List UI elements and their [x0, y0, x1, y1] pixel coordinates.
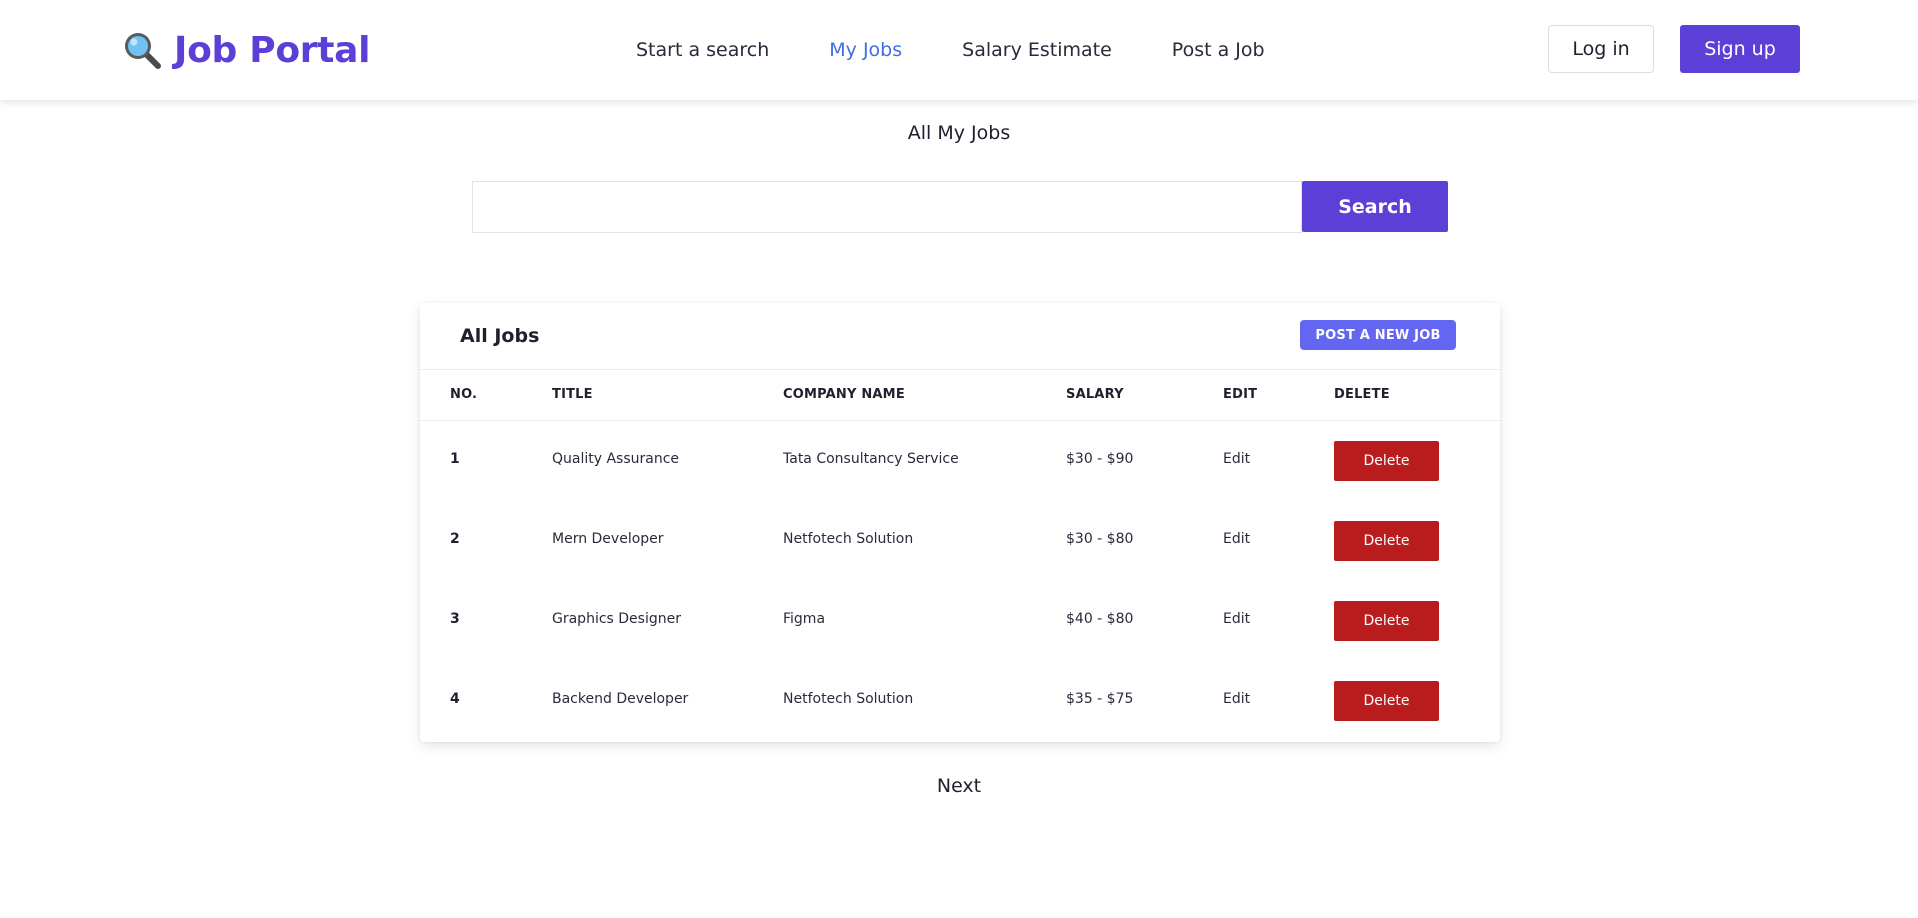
salary-range: $35 - $75: [1066, 691, 1134, 707]
salary-range: $40 - $80: [1066, 611, 1134, 627]
signup-button[interactable]: Sign up: [1680, 25, 1800, 73]
edit-link[interactable]: Edit: [1223, 531, 1250, 547]
nav-start-a-search[interactable]: Start a search: [636, 39, 769, 61]
next-page-link[interactable]: Next: [937, 775, 981, 797]
nav-salary-estimate[interactable]: Salary Estimate: [962, 39, 1112, 61]
salary-range: $30 - $90: [1066, 451, 1134, 467]
job-number: 3: [450, 611, 460, 627]
delete-button[interactable]: Delete: [1334, 601, 1439, 641]
column-header-no: NO.: [450, 387, 478, 402]
table-row: 4 Backend Developer Netfotech Solution $…: [420, 661, 1500, 741]
edit-link[interactable]: Edit: [1223, 611, 1250, 627]
column-header-delete: DELETE: [1334, 387, 1390, 402]
main-nav: Start a search My Jobs Salary Estimate P…: [636, 36, 1325, 64]
job-title: Graphics Designer: [552, 611, 681, 627]
job-title: Mern Developer: [552, 531, 664, 547]
brand-logo[interactable]: Job Portal: [122, 24, 370, 76]
job-number: 2: [450, 531, 460, 547]
login-button[interactable]: Log in: [1548, 25, 1654, 73]
job-title: Backend Developer: [552, 691, 689, 707]
job-title: Quality Assurance: [552, 451, 680, 467]
search-button[interactable]: Search: [1302, 181, 1448, 232]
magnifier-icon: [125, 33, 161, 69]
card-title: All Jobs: [460, 325, 540, 347]
search-input[interactable]: [472, 181, 1302, 233]
nav-post-a-job[interactable]: Post a Job: [1172, 39, 1265, 61]
table-row: 1 Quality Assurance Tata Consultancy Ser…: [420, 421, 1500, 501]
jobs-card: All Jobs POST A NEW JOB NO. TITLE COMPAN…: [420, 303, 1500, 742]
job-number: 1: [450, 451, 460, 467]
delete-button[interactable]: Delete: [1334, 441, 1439, 481]
table-header: NO. TITLE COMPANY NAME SALARY EDIT DELET…: [420, 369, 1500, 421]
column-header-salary: SALARY: [1066, 387, 1124, 402]
edit-link[interactable]: Edit: [1223, 691, 1250, 707]
page-title: All My Jobs: [907, 122, 1011, 144]
table-row: 3 Graphics Designer Figma $40 - $80 Edit…: [420, 581, 1500, 661]
post-new-job-button[interactable]: POST A NEW JOB: [1300, 320, 1456, 350]
nav-my-jobs[interactable]: My Jobs: [829, 39, 902, 61]
column-header-company: COMPANY NAME: [783, 387, 905, 402]
company-name: Netfotech Solution: [783, 531, 914, 547]
company-name: Tata Consultancy Service: [783, 451, 959, 467]
job-number: 4: [450, 691, 460, 707]
delete-button[interactable]: Delete: [1334, 681, 1439, 721]
column-header-title: TITLE: [552, 387, 593, 402]
brand-name: Job Portal: [174, 29, 371, 71]
delete-button[interactable]: Delete: [1334, 521, 1439, 561]
edit-link[interactable]: Edit: [1223, 451, 1250, 467]
pagination: Next: [0, 775, 1918, 797]
table-row: 2 Mern Developer Netfotech Solution $30 …: [420, 501, 1500, 581]
column-header-edit: EDIT: [1223, 387, 1258, 402]
company-name: Figma: [783, 611, 826, 627]
top-navbar: Job Portal Start a search My Jobs Salary…: [0, 0, 1918, 100]
company-name: Netfotech Solution: [783, 691, 914, 707]
salary-range: $30 - $80: [1066, 531, 1134, 547]
